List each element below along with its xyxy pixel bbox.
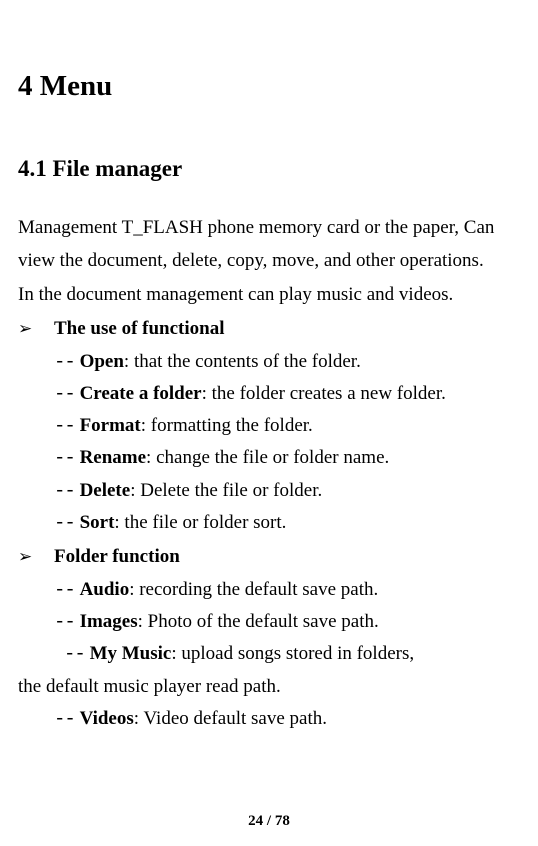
list-item: -- Create a folder: the folder creates a… <box>54 378 520 410</box>
bullet-label: The use of functional <box>54 313 225 345</box>
list-item-mymusic: -- My Music: upload songs stored in fold… <box>54 638 520 670</box>
item-desc-part1: upload songs stored in folders, <box>177 643 414 664</box>
bullet-arrow-icon: ➢ <box>18 315 54 344</box>
bullet-use-of-functional: ➢ The use of functional <box>18 313 520 345</box>
list-item-mymusic-cont: the default music player read path. <box>18 671 520 703</box>
dash-prefix: -- <box>54 708 75 730</box>
dash-prefix: -- <box>64 643 85 665</box>
intro-paragraph-1: Management T_FLASH phone memory card or … <box>18 212 520 277</box>
section1-items: -- Open: that the contents of the folder… <box>18 346 520 540</box>
list-item: -- Rename: change the file or folder nam… <box>54 442 520 474</box>
list-item: -- Audio: recording the default save pat… <box>54 574 520 606</box>
item-term: Videos <box>80 708 134 729</box>
item-term: Sort <box>80 512 115 533</box>
list-item: -- Sort: the file or folder sort. <box>54 507 520 539</box>
item-term: Audio <box>80 579 130 600</box>
list-item: -- Delete: Delete the file or folder. <box>54 475 520 507</box>
page-number: 24 / 78 <box>0 809 538 835</box>
item-term: Delete <box>80 480 131 501</box>
item-desc: Delete the file or folder. <box>135 480 322 501</box>
intro-paragraph-2: In the document management can play musi… <box>18 279 520 311</box>
dash-prefix: -- <box>54 579 75 601</box>
item-term: Create a folder <box>80 383 202 404</box>
item-term: Open <box>80 351 124 372</box>
dash-prefix: -- <box>54 512 75 534</box>
dash-prefix: -- <box>54 383 75 405</box>
dash-prefix: -- <box>54 480 75 502</box>
item-desc: Photo of the default save path. <box>143 611 379 632</box>
dash-prefix: -- <box>54 415 75 437</box>
item-term: Format <box>80 415 141 436</box>
heading-2: 4.1 File manager <box>18 149 520 188</box>
dash-prefix: -- <box>54 351 75 373</box>
list-item: -- Open: that the contents of the folder… <box>54 346 520 378</box>
bullet-arrow-icon: ➢ <box>18 543 54 572</box>
section2-items: -- Audio: recording the default save pat… <box>18 574 520 671</box>
item-desc: Video default save path. <box>139 708 327 729</box>
item-desc: the file or folder sort. <box>120 512 287 533</box>
heading-1: 4 Menu <box>18 62 520 111</box>
item-term: Images <box>80 611 138 632</box>
item-term: Rename <box>80 447 146 468</box>
item-desc: formatting the folder. <box>146 415 313 436</box>
dash-prefix: -- <box>54 447 75 469</box>
section2-videos: -- Videos: Video default save path. <box>18 703 520 735</box>
item-desc: recording the default save path. <box>134 579 378 600</box>
item-term: My Music <box>90 643 172 664</box>
item-desc: change the file or folder name. <box>151 447 389 468</box>
bullet-label: Folder function <box>54 541 180 573</box>
list-item: -- Images: Photo of the default save pat… <box>54 606 520 638</box>
item-desc: the folder creates a new folder. <box>207 383 446 404</box>
bullet-folder-function: ➢ Folder function <box>18 541 520 573</box>
list-item: -- Videos: Video default save path. <box>54 703 520 735</box>
item-desc: that the contents of the folder. <box>129 351 361 372</box>
list-item: -- Format: formatting the folder. <box>54 410 520 442</box>
dash-prefix: -- <box>54 611 75 633</box>
